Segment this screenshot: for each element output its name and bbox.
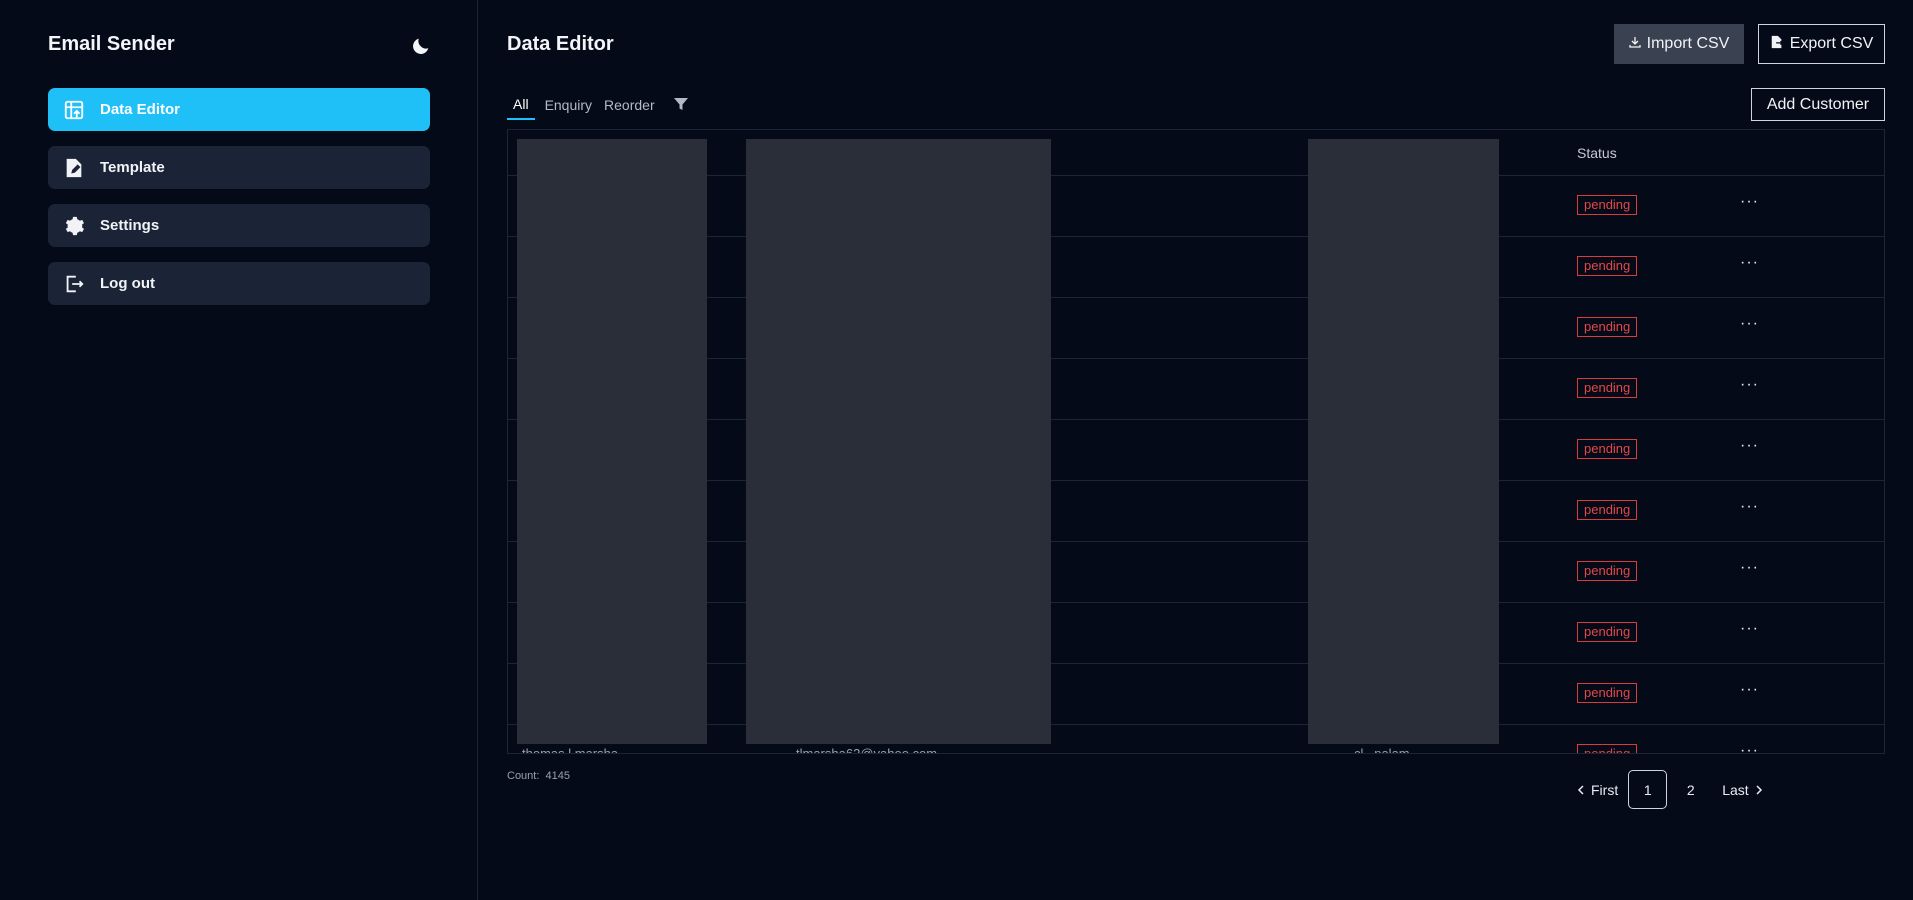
status-badge: pending <box>1577 500 1638 520</box>
sidebar-item-label: Template <box>100 159 165 176</box>
status-badge: pending <box>1577 256 1638 276</box>
table-row[interactable]: pending ··· <box>508 481 1884 542</box>
cell-partial: cl...palam <box>1354 746 1410 754</box>
main-content: Data Editor Import CSV Export CSV All En… <box>479 0 1913 900</box>
row-menu-button[interactable]: ··· <box>1740 621 1759 637</box>
row-menu-button[interactable]: ··· <box>1740 682 1759 698</box>
sidebar-nav: Data Editor Template Settings Log out <box>48 88 430 320</box>
status-badge: pending <box>1577 622 1638 642</box>
page-1-button[interactable]: 1 <box>1628 770 1668 809</box>
redacted-column-name <box>517 139 707 744</box>
table-row[interactable]: pending ··· <box>508 359 1884 420</box>
row-menu-button[interactable]: ··· <box>1740 438 1759 454</box>
export-csv-button[interactable]: Export CSV <box>1758 24 1885 64</box>
last-page-button[interactable]: Last <box>1722 782 1762 798</box>
table-row[interactable]: pending ··· <box>508 176 1884 237</box>
count-value: 4145 <box>545 770 571 782</box>
table-row[interactable]: pending ··· <box>508 298 1884 359</box>
record-count: Count: 4145 <box>507 770 570 782</box>
status-badge: pending <box>1577 195 1638 215</box>
row-menu-button[interactable]: ··· <box>1740 743 1759 754</box>
redacted-column-email <box>746 139 1051 744</box>
name-cell-partial: thomas l marsha <box>522 746 619 754</box>
table-row[interactable]: pending ··· <box>508 237 1884 298</box>
import-csv-label: Import CSV <box>1646 35 1730 52</box>
app-title: Email Sender <box>48 33 175 55</box>
tab-all[interactable]: All <box>507 94 535 120</box>
last-label: Last <box>1722 781 1749 798</box>
tab-enquiry[interactable]: Enquiry <box>543 95 594 119</box>
sidebar-item-template[interactable]: Template <box>48 146 430 189</box>
table-row[interactable]: pending ··· <box>508 420 1884 481</box>
file-edit-icon <box>62 156 86 180</box>
customer-table: Status pending ··· pending ··· pending ·… <box>507 129 1885 754</box>
import-csv-button[interactable]: Import CSV <box>1614 24 1744 64</box>
row-menu-button[interactable]: ··· <box>1740 560 1759 576</box>
sidebar-item-settings[interactable]: Settings <box>48 204 430 247</box>
count-label: Count: <box>507 770 540 782</box>
sidebar: Email Sender Data Editor Template Settin… <box>0 0 478 900</box>
row-menu-button[interactable]: ··· <box>1740 316 1759 332</box>
add-customer-button[interactable]: Add Customer <box>1751 88 1885 121</box>
first-page-button[interactable]: First <box>1577 782 1618 798</box>
redacted-column-other <box>1308 139 1499 744</box>
sidebar-item-logout[interactable]: Log out <box>48 262 430 305</box>
row-menu-button[interactable]: ··· <box>1740 255 1759 271</box>
status-badge: pending <box>1577 744 1638 753</box>
first-label: First <box>1591 781 1619 798</box>
logout-icon <box>62 272 86 296</box>
table-header: Status <box>508 130 1884 176</box>
status-badge: pending <box>1577 439 1638 459</box>
page-title: Data Editor <box>507 33 614 55</box>
status-badge: pending <box>1577 683 1638 703</box>
gear-icon <box>62 214 86 238</box>
email-cell-partial: tlmarsha62@yahoo.com <box>796 746 938 754</box>
export-csv-label: Export CSV <box>1789 35 1874 52</box>
status-badge: pending <box>1577 378 1638 398</box>
sidebar-item-label: Settings <box>100 217 160 234</box>
tab-reorder[interactable]: Reorder <box>602 95 657 119</box>
file-export-icon <box>1770 35 1784 54</box>
filter-icon[interactable] <box>673 96 689 112</box>
filter-tabs: All Enquiry Reorder <box>507 94 689 120</box>
chevron-left-icon <box>1577 782 1585 798</box>
row-menu-button[interactable]: ··· <box>1740 194 1759 210</box>
table-upload-icon <box>62 98 86 122</box>
download-icon <box>1629 35 1641 53</box>
column-header-status: Status <box>1577 145 1617 161</box>
pagination: First 1 2 Last <box>1577 770 1763 809</box>
sidebar-item-data-editor[interactable]: Data Editor <box>48 88 430 131</box>
table-row[interactable]: pending ··· <box>508 542 1884 603</box>
chevron-right-icon <box>1755 782 1763 798</box>
row-menu-button[interactable]: ··· <box>1740 499 1759 515</box>
table-row[interactable]: pending ··· <box>508 603 1884 664</box>
moon-icon[interactable] <box>410 35 432 57</box>
status-badge: pending <box>1577 317 1638 337</box>
status-badge: pending <box>1577 561 1638 581</box>
table-row[interactable]: pending ··· <box>508 664 1884 725</box>
sidebar-item-label: Data Editor <box>100 101 181 118</box>
table-row[interactable]: pending ··· <box>508 725 1884 754</box>
sidebar-item-label: Log out <box>100 275 155 292</box>
row-menu-button[interactable]: ··· <box>1740 377 1759 393</box>
page-2-button[interactable]: 2 <box>1671 770 1710 809</box>
